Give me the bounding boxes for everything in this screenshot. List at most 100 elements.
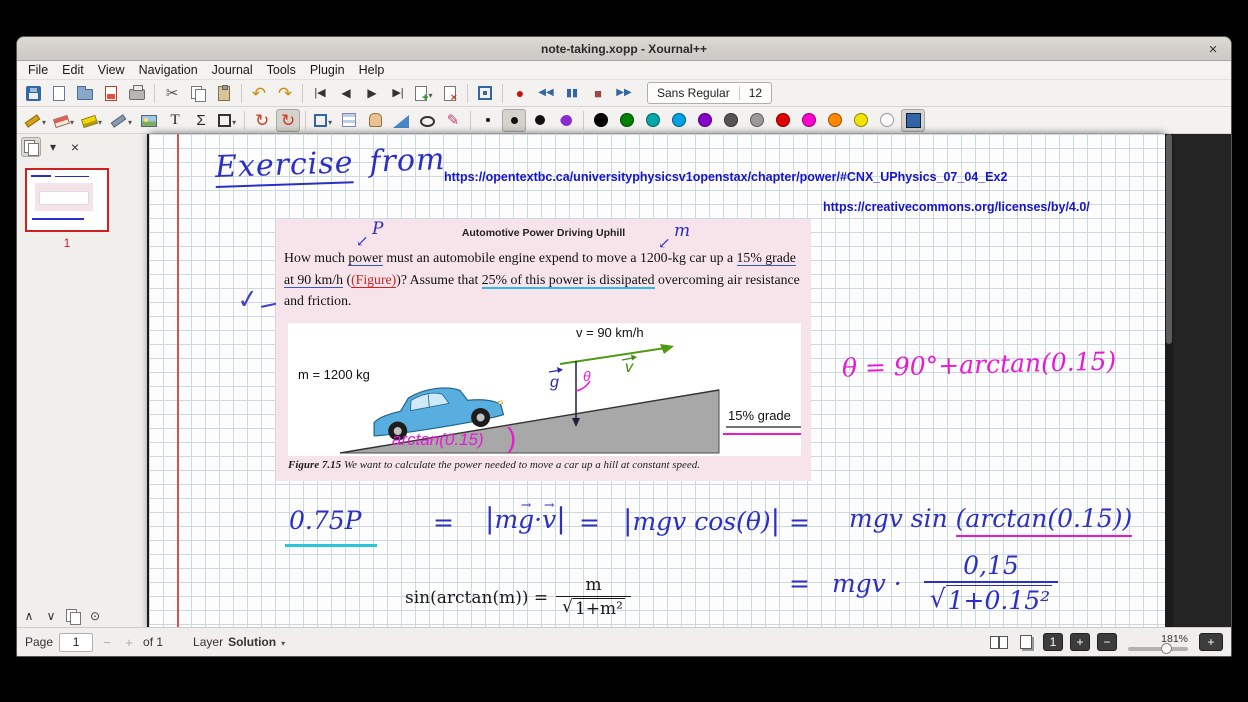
close-sidebar-button[interactable] [65,137,85,157]
shape-recognizer-button[interactable]: ✎ [441,109,465,132]
color-purple-button[interactable] [693,109,717,132]
forward-audio-button[interactable]: ▶▶ [612,82,636,105]
paste-button[interactable] [212,82,236,105]
thickness-medium-button[interactable] [502,109,526,132]
menu-file[interactable]: File [21,62,55,78]
equals-sign: = [433,508,454,537]
select-region-button[interactable] [311,109,335,132]
ellipse-tool-button[interactable] [415,109,439,132]
source-link[interactable]: https://opentextbc.ca/universityphysicsv… [444,170,1007,184]
page-number-input[interactable] [59,633,93,652]
thumb-exercise-box [35,183,93,211]
open-folder-button[interactable] [73,82,97,105]
color-black-button[interactable] [589,109,613,132]
last-page-button[interactable]: ▶| [386,82,410,105]
scroll-down-button[interactable]: ∨ [41,606,61,626]
two-page-layout-button[interactable] [989,632,1009,652]
print-button[interactable] [125,82,149,105]
pause-audio-button[interactable]: ▮▮ [560,82,584,105]
color-light-blue-button[interactable] [667,109,691,132]
fill-tool-button[interactable] [554,109,578,132]
chevron-down-icon [42,113,46,128]
insert-image-button[interactable] [137,109,161,132]
ruler-tool-icon [393,115,409,128]
color-dark-gray-button[interactable] [719,109,743,132]
exercise-seg: How much [284,250,348,265]
thickness-thick-button[interactable] [528,109,552,132]
layer-selector[interactable]: Layer Solution [193,633,285,651]
rotation-snapping-button[interactable]: ↻ [250,109,274,132]
copy-button[interactable] [186,82,210,105]
color-gray-button[interactable] [745,109,769,132]
ruler-tool-button[interactable] [389,109,413,132]
duplicate-page-button[interactable] [63,606,83,626]
preview-pane-button[interactable] [21,137,41,157]
document-page[interactable]: Exercisefrom https://opentextbc.ca/unive… [149,134,1165,629]
undo-button[interactable]: ↶ [247,82,271,105]
scroll-up-button[interactable]: ∧ [19,606,39,626]
first-page-button[interactable]: |◀ [308,82,332,105]
speed-label: v = 90 km/h [576,325,644,340]
scrollbar-thumb[interactable] [1166,134,1172,344]
shape-tool-button[interactable] [215,109,239,132]
menu-tools[interactable]: Tools [260,62,303,78]
color-green-button[interactable] [615,109,639,132]
previous-page-button[interactable]: ◀ [334,82,358,105]
page-increment-button[interactable]: + [121,634,137,651]
rewind-audio-button[interactable]: ◀◀ [534,82,558,105]
license-link[interactable]: https://creativecommons.org/licenses/by/… [823,200,1090,214]
zoom-slider[interactable] [1128,647,1188,651]
highlighter-tool-button[interactable] [79,109,105,132]
next-page-button[interactable]: ▶ [360,82,384,105]
gravity-vector-label: g [550,374,559,391]
color-teal-button[interactable] [641,109,665,132]
marker-tool-button[interactable] [107,109,135,132]
fullscreen-button[interactable] [473,82,497,105]
new-page-after-button[interactable] [412,82,436,105]
caption-text: We want to calculate the power needed to… [341,459,700,471]
math-tex-tool-button[interactable]: Σ [189,109,213,132]
menu-plugin[interactable]: Plugin [303,62,352,78]
save-button[interactable] [21,82,45,105]
menu-edit[interactable]: Edit [55,62,91,78]
new-file-button[interactable] [47,82,71,105]
eraser-tool-button[interactable] [51,109,77,132]
page-thumbnail[interactable] [25,168,109,232]
close-button[interactable]: × [1203,39,1223,59]
figure-link[interactable]: (Figure) [351,272,396,288]
record-audio-button[interactable]: ● [508,82,532,105]
menu-navigation[interactable]: Navigation [132,62,205,78]
delete-page-button[interactable] [438,82,462,105]
color-yellow-button[interactable] [849,109,873,132]
menu-journal[interactable]: Journal [205,62,260,78]
menu-help[interactable]: Help [352,62,392,78]
page-decrement-button[interactable]: − [99,634,115,651]
single-page-layout-button[interactable] [1016,632,1036,652]
text-tool-button[interactable]: T [163,109,187,132]
color-white-button[interactable] [875,109,899,132]
thickness-fine-button[interactable] [476,109,500,132]
zoom-in-button[interactable]: + [1199,633,1223,651]
color-red-button[interactable] [771,109,795,132]
vertical-space-button[interactable] [337,109,361,132]
zoom-fit-width-button[interactable]: + [1070,633,1090,651]
focus-page-button[interactable]: ⊙ [85,606,105,626]
color-magenta-button[interactable] [797,109,821,132]
pen-tool-button[interactable] [21,109,49,132]
grid-snapping-button[interactable]: ↻ [276,109,300,132]
redo-button[interactable]: ↷ [273,82,297,105]
color-picker-current-button[interactable] [901,109,925,132]
columns-one-button[interactable]: 1 [1043,633,1063,651]
export-pdf-button[interactable] [99,82,123,105]
zoom-slider-handle[interactable] [1161,643,1172,654]
menu-view[interactable]: View [91,62,132,78]
hand-tool-button[interactable] [363,109,387,132]
layer-label: Layer [193,635,223,649]
preview-pane-dropdown[interactable]: ▾ [43,137,63,157]
font-selector-button[interactable]: Sans Regular 12 [647,82,772,104]
stop-audio-button[interactable]: ■ [586,82,610,105]
cut-button[interactable]: ✂ [160,82,184,105]
vertical-scrollbar[interactable] [1165,134,1173,629]
zoom-fit-page-button[interactable]: − [1097,633,1117,651]
color-orange-button[interactable] [823,109,847,132]
